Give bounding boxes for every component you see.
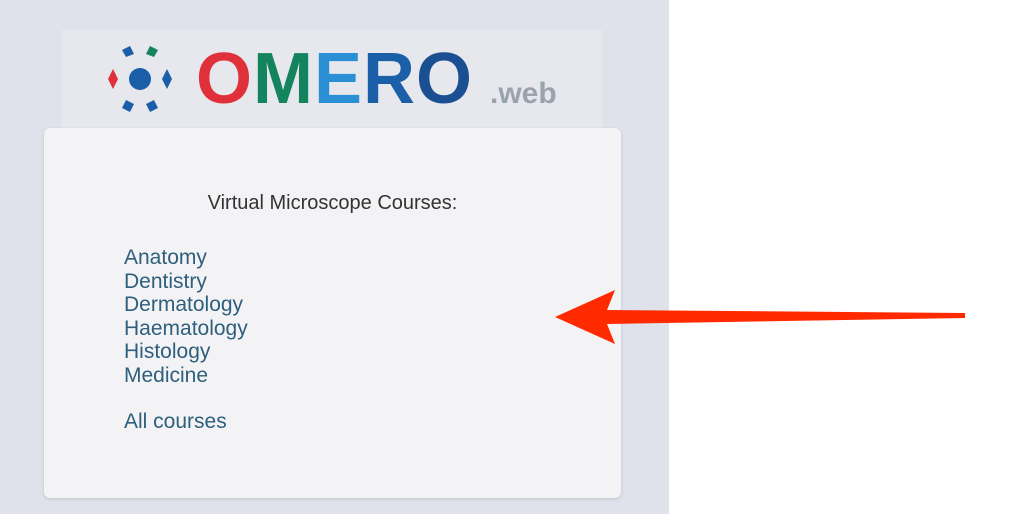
logo-letter: R (363, 39, 417, 119)
red-arrow-icon (555, 290, 965, 344)
course-link-haematology[interactable]: Haematology (124, 317, 248, 341)
logo-letter: E (314, 39, 364, 119)
left-panel: OMERO .web Virtual Microscope Courses: A… (0, 0, 669, 514)
course-link-anatomy[interactable]: Anatomy (124, 246, 248, 270)
logo-suffix: .web (490, 77, 557, 110)
page: OMERO .web Virtual Microscope Courses: A… (0, 0, 1023, 514)
logo-wordmark: OMERO (196, 39, 473, 119)
logo-letter: M (253, 39, 314, 119)
logo-letter: O (196, 39, 254, 119)
omero-logo-icon (108, 46, 172, 112)
course-link-dentistry[interactable]: Dentistry (124, 270, 248, 294)
course-list: Anatomy Dentistry Dermatology Haematolog… (124, 246, 248, 387)
course-link-histology[interactable]: Histology (124, 340, 248, 364)
logo-letter: O (416, 39, 474, 119)
omero-logo[interactable]: OMERO .web (62, 30, 602, 128)
all-courses-link[interactable]: All courses (124, 410, 227, 434)
card-title: Virtual Microscope Courses: (207, 192, 458, 214)
course-link-medicine[interactable]: Medicine (124, 364, 248, 388)
courses-card: Virtual Microscope Courses: Anatomy Dent… (44, 128, 621, 498)
course-link-dermatology[interactable]: Dermatology (124, 293, 248, 317)
